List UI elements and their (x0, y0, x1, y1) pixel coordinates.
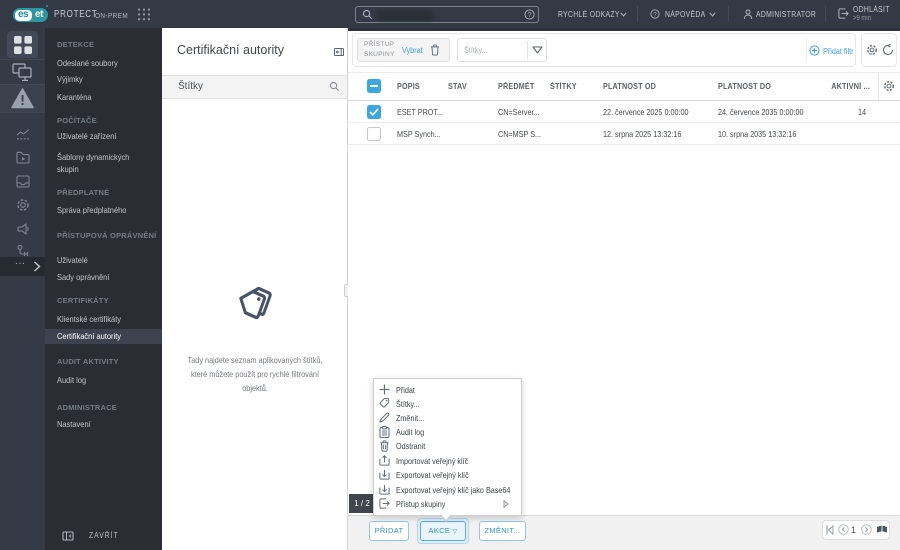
svg-text:?: ? (528, 12, 532, 19)
svg-text:?: ? (653, 11, 657, 18)
